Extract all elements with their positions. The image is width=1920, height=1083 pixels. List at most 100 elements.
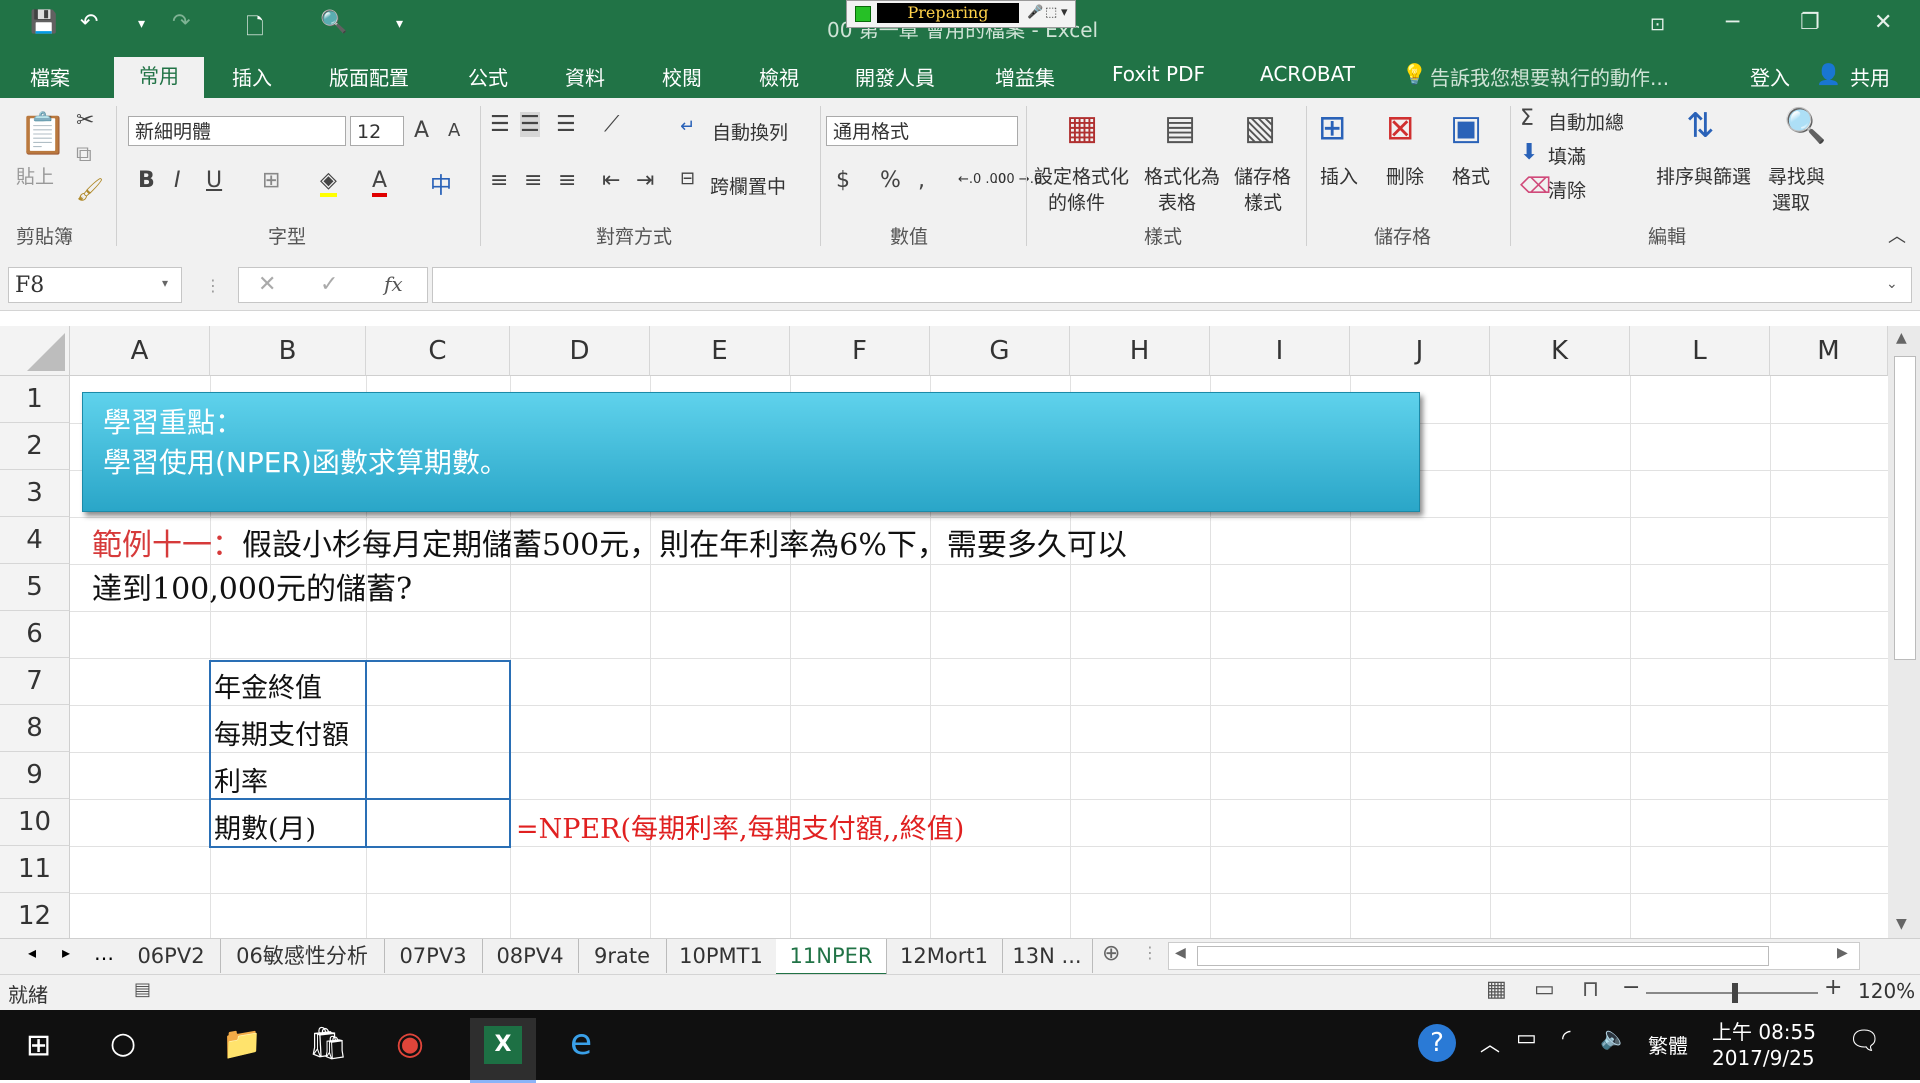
name-box[interactable]: F8: [8, 267, 182, 303]
row-header[interactable]: 11: [0, 846, 70, 893]
italic-button[interactable]: I: [174, 168, 181, 193]
row-header[interactable]: 8: [0, 705, 70, 752]
cancel-icon[interactable]: ✕: [258, 272, 276, 297]
restore-icon[interactable]: ❐: [1800, 10, 1820, 35]
wrap-text-icon[interactable]: ↵: [680, 116, 695, 137]
conditional-format-button-line2[interactable]: 的條件: [1048, 188, 1105, 215]
row-header[interactable]: 4: [0, 517, 70, 564]
tab-addins[interactable]: 增益集: [995, 62, 1055, 91]
column-header[interactable]: M: [1770, 326, 1888, 376]
format-painter-icon[interactable]: 🖌: [76, 178, 104, 203]
conditional-format-button[interactable]: 設定格式化: [1034, 162, 1129, 189]
share-button[interactable]: 共用: [1850, 62, 1890, 91]
start-icon[interactable]: ⊞: [26, 1028, 51, 1063]
scroll-thumb[interactable]: [1894, 356, 1916, 660]
prev-sheet-icon[interactable]: ◂: [28, 943, 36, 962]
macro-record-icon[interactable]: ▤: [134, 979, 151, 1000]
tab-data[interactable]: 資料: [565, 62, 605, 91]
select-all-corner[interactable]: [0, 326, 70, 376]
learning-focus-callout[interactable]: 學習重點： 學習使用(NPER)函數求算期數。: [82, 392, 1420, 512]
sheet-tab[interactable]: 12Mort1: [886, 939, 1003, 973]
scroll-right-icon[interactable]: ▶: [1837, 945, 1848, 961]
column-header[interactable]: D: [510, 326, 650, 376]
name-box-dropdown-icon[interactable]: ▾: [162, 276, 168, 290]
sheet-tab[interactable]: 06PV2: [122, 939, 221, 973]
insert-function-button[interactable]: fx: [384, 272, 403, 296]
merge-center-button[interactable]: 跨欄置中: [710, 172, 786, 199]
paste-button[interactable]: 貼上: [16, 162, 54, 189]
fill-color-icon[interactable]: ◈: [320, 168, 337, 197]
tab-split-grip-icon[interactable]: ⋮: [1142, 943, 1158, 962]
volume-icon[interactable]: 🔈: [1600, 1026, 1627, 1051]
row-header[interactable]: 5: [0, 564, 70, 611]
fill-icon[interactable]: ⬇: [1520, 140, 1538, 165]
orientation-icon[interactable]: ⟋: [604, 112, 619, 137]
zoom-level[interactable]: 120%: [1858, 979, 1915, 1003]
currency-button[interactable]: $: [836, 168, 850, 193]
decrease-font-icon[interactable]: A: [448, 120, 460, 141]
increase-font-icon[interactable]: A: [414, 118, 429, 143]
column-header[interactable]: K: [1490, 326, 1630, 376]
undo-icon[interactable]: ↶: [80, 10, 98, 35]
align-center-icon[interactable]: ≡: [524, 168, 542, 193]
region-icon[interactable]: ⬚: [1045, 5, 1057, 20]
align-bottom-icon[interactable]: ☰: [556, 112, 576, 137]
phonetic-icon[interactable]: 中: [430, 168, 452, 200]
recorder-menu-icon[interactable]: ▾: [1061, 5, 1068, 20]
worksheet-grid[interactable]: A B C D E F G H I J K L M 1 2 3 4 5 6 7 …: [0, 326, 1888, 938]
collapse-ribbon-icon[interactable]: ︿: [1888, 222, 1906, 248]
row-header[interactable]: 10: [0, 799, 70, 846]
decrease-indent-icon[interactable]: ⇤: [602, 168, 620, 193]
column-header[interactable]: I: [1210, 326, 1350, 376]
close-icon[interactable]: ✕: [1874, 10, 1892, 35]
show-hidden-icons-icon[interactable]: ︿: [1480, 1028, 1500, 1057]
align-right-icon[interactable]: ≡: [558, 168, 576, 193]
copy-icon[interactable]: ⧉: [76, 142, 92, 167]
cut-icon[interactable]: ✂: [76, 108, 94, 133]
sheet-tab[interactable]: 08PV4: [482, 939, 579, 973]
add-sheet-icon[interactable]: ⊕: [1102, 941, 1120, 966]
font-color-icon[interactable]: A: [372, 168, 388, 197]
increase-indent-icon[interactable]: ⇥: [636, 168, 654, 193]
print-preview-icon[interactable]: 🔍: [320, 10, 347, 35]
conditional-format-icon[interactable]: ▦: [1066, 108, 1098, 148]
column-header[interactable]: L: [1630, 326, 1770, 376]
delete-cells-icon[interactable]: ⊠: [1386, 108, 1415, 148]
chrome-icon[interactable]: ◉: [396, 1024, 424, 1062]
normal-view-icon[interactable]: ▦: [1486, 977, 1507, 1002]
vertical-scrollbar[interactable]: ▲ ▼: [1888, 326, 1920, 938]
h-scroll-thumb[interactable]: [1197, 946, 1769, 966]
formula-input[interactable]: [432, 267, 1912, 303]
ime-indicator[interactable]: 繁體: [1648, 1030, 1688, 1059]
undo-dropdown-icon[interactable]: ▾: [138, 16, 145, 32]
sheet-tab[interactable]: 07PV3: [384, 939, 483, 973]
comma-button[interactable]: ,: [918, 168, 925, 193]
scroll-up-icon[interactable]: ▲: [1896, 330, 1907, 346]
align-top-icon[interactable]: ☰: [490, 112, 510, 137]
column-header[interactable]: C: [366, 326, 510, 376]
mic-icon[interactable]: 🎤: [1027, 5, 1043, 20]
sheet-tab[interactable]: 06敏感性分析: [220, 939, 385, 973]
clock-time[interactable]: 上午 08:55: [1712, 1016, 1816, 1045]
column-header[interactable]: F: [790, 326, 930, 376]
scroll-left-icon[interactable]: ◀: [1175, 945, 1186, 961]
row-header[interactable]: 9: [0, 752, 70, 799]
tab-developer[interactable]: 開發人員: [855, 62, 935, 91]
horizontal-scrollbar[interactable]: ◀ ▶: [1168, 942, 1860, 970]
store-icon[interactable]: 🛍: [308, 1024, 349, 1062]
save-icon[interactable]: 💾: [30, 10, 57, 35]
insert-cells-icon[interactable]: ⊞: [1318, 108, 1347, 148]
format-as-table-button-line2[interactable]: 表格: [1158, 188, 1196, 215]
autosum-button[interactable]: 自動加總: [1548, 108, 1624, 135]
bold-button[interactable]: B: [138, 168, 155, 193]
column-header[interactable]: G: [930, 326, 1070, 376]
underline-button[interactable]: U: [206, 168, 222, 193]
clear-button[interactable]: 清除: [1548, 176, 1586, 203]
sign-in-link[interactable]: 登入: [1750, 62, 1790, 91]
wifi-icon[interactable]: ◜: [1562, 1026, 1571, 1051]
row-header[interactable]: 1: [0, 376, 70, 423]
sheet-tab[interactable]: 13N ...: [1002, 939, 1093, 973]
align-left-icon[interactable]: ≡: [490, 168, 508, 193]
paste-icon[interactable]: 📋: [18, 110, 68, 157]
sort-filter-icon[interactable]: ⇅: [1686, 106, 1715, 146]
